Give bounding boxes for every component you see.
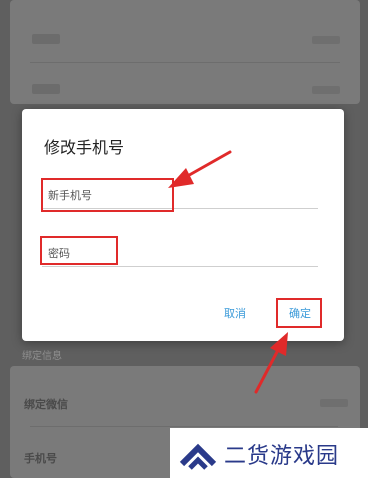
annotation-arrows xyxy=(168,150,288,394)
watermark-logo-icon xyxy=(179,443,217,470)
watermark: 二货游戏园 xyxy=(170,428,368,478)
arrow-to-phone-field xyxy=(168,150,232,188)
arrow-to-confirm-button xyxy=(254,332,288,394)
watermark-text: 二货游戏园 xyxy=(224,444,340,469)
